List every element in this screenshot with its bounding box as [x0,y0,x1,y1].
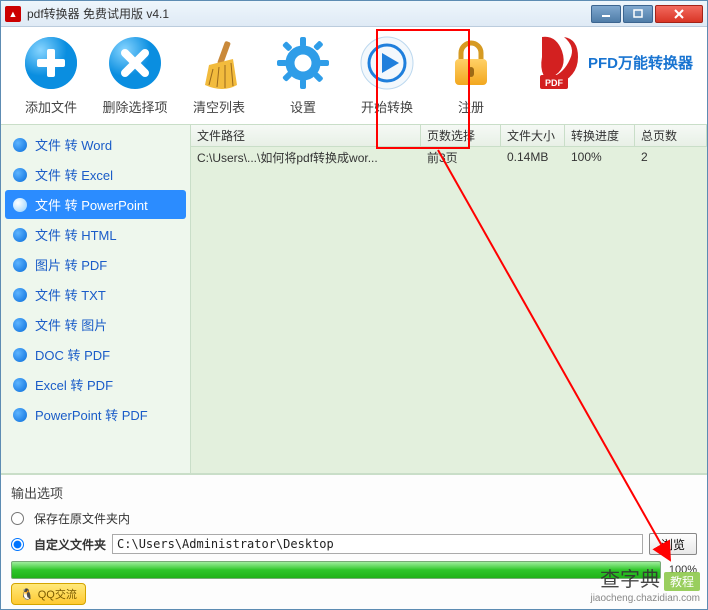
play-circle-icon [357,33,417,93]
bullet-icon [13,138,27,152]
broom-icon [189,33,249,93]
add-file-label: 添加文件 [9,97,93,116]
app-window: ▲ pdf转换器 免费试用版 v4.1 添加文件 删除选择项 清空列表 [0,0,708,610]
start-convert-label: 开始转换 [345,97,429,116]
sidebar-item-excel[interactable]: 文件 转 Excel [5,160,186,189]
toolbar: 添加文件 删除选择项 清空列表 设置 开始转换 [1,27,707,124]
sidebar-item-img2pdf[interactable]: 图片 转 PDF [5,250,186,279]
minimize-button[interactable] [591,5,621,23]
register-button[interactable]: 注册 [429,33,513,116]
remove-selected-button[interactable]: 删除选择项 [93,33,177,116]
sidebar-item-label: 文件 转 PowerPoint [35,195,148,214]
lock-icon [441,33,501,93]
radio-keep-original[interactable] [11,512,24,525]
sidebar-item-txt[interactable]: 文件 转 TXT [5,280,186,309]
svg-text:PDF: PDF [545,78,564,88]
td-pages: 前3页 [421,149,501,166]
logo-area: PDF PFD万能转换器 [534,33,699,91]
clear-list-label: 清空列表 [177,97,261,116]
bullet-icon [13,378,27,392]
option-custom-row: 自定义文件夹 浏览 [11,533,697,555]
td-total: 2 [635,150,707,164]
th-pages[interactable]: 页数选择 [421,125,501,146]
bullet-icon [13,408,27,422]
register-label: 注册 [429,97,513,116]
sidebar-item-label: 图片 转 PDF [35,255,107,274]
titlebar: ▲ pdf转换器 免费试用版 v4.1 [1,1,707,27]
bullet-icon [13,318,27,332]
table-row[interactable]: C:\Users\...\如何将pdf转换成wor... 前3页 0.14MB … [191,147,707,167]
logo-text: PFD万能转换器 [588,52,693,73]
sidebar-item-word[interactable]: 文件 转 Word [5,130,186,159]
close-button[interactable] [655,5,703,23]
radio-custom-folder[interactable] [11,538,24,551]
sidebar-item-ppt2pdf[interactable]: PowerPoint 转 PDF [5,400,186,429]
progress-bar [11,561,661,579]
bullet-icon [13,198,27,212]
gear-icon [273,33,333,93]
bullet-icon [13,228,27,242]
sidebar-item-excel2pdf[interactable]: Excel 转 PDF [5,370,186,399]
sidebar-item-label: 文件 转 Excel [35,165,113,184]
progress-value: 100% [667,564,697,576]
bullet-icon [13,348,27,362]
td-progress: 100% [565,150,635,164]
output-section: 输出选项 保存在原文件夹内 自定义文件夹 浏览 100% 🐧 QQ交流 [1,473,707,609]
sidebar-item-label: 文件 转 TXT [35,285,106,304]
sidebar-item-label: 文件 转 HTML [35,225,117,244]
main-area: 文件 转 Word 文件 转 Excel 文件 转 PowerPoint 文件 … [1,124,707,473]
sidebar: 文件 转 Word 文件 转 Excel 文件 转 PowerPoint 文件 … [1,124,191,473]
browse-button[interactable]: 浏览 [649,533,697,555]
window-buttons [589,5,703,23]
td-path: C:\Users\...\如何将pdf转换成wor... [191,149,421,166]
start-convert-button[interactable]: 开始转换 [345,33,429,116]
remove-selected-label: 删除选择项 [93,97,177,116]
qq-icon: 🐧 [20,588,34,601]
td-size: 0.14MB [501,150,565,164]
sidebar-item-label: 文件 转 Word [35,135,112,154]
label-custom-folder[interactable]: 自定义文件夹 [34,536,106,553]
qq-chat-button[interactable]: 🐧 QQ交流 [11,583,86,605]
clear-list-button[interactable]: 清空列表 [177,33,261,116]
th-path[interactable]: 文件路径 [191,125,421,146]
sidebar-item-html[interactable]: 文件 转 HTML [5,220,186,249]
progress-row: 100% [11,561,697,579]
th-progress[interactable]: 转换进度 [565,125,635,146]
settings-button[interactable]: 设置 [261,33,345,116]
add-file-button[interactable]: 添加文件 [9,33,93,116]
settings-label: 设置 [261,97,345,116]
pdf-logo-icon: PDF [534,33,584,91]
x-circle-icon [105,33,165,93]
bullet-icon [13,168,27,182]
output-title: 输出选项 [11,483,697,502]
sidebar-item-label: PowerPoint 转 PDF [35,405,148,424]
qq-label: QQ交流 [38,586,77,602]
sidebar-item-label: Excel 转 PDF [35,375,113,394]
bullet-icon [13,258,27,272]
th-size[interactable]: 文件大小 [501,125,565,146]
table-body[interactable]: C:\Users\...\如何将pdf转换成wor... 前3页 0.14MB … [191,147,707,473]
bullet-icon [13,288,27,302]
sidebar-item-doc2pdf[interactable]: DOC 转 PDF [5,340,186,369]
th-total[interactable]: 总页数 [635,125,707,146]
maximize-button[interactable] [623,5,653,23]
custom-path-input[interactable] [112,534,643,554]
table-header: 文件路径 页数选择 文件大小 转换进度 总页数 [191,125,707,147]
plus-circle-icon [21,33,81,93]
sidebar-item-label: 文件 转 图片 [35,315,107,334]
sidebar-item-powerpoint[interactable]: 文件 转 PowerPoint [5,190,186,219]
label-keep-original[interactable]: 保存在原文件夹内 [34,510,130,527]
content-area: 文件路径 页数选择 文件大小 转换进度 总页数 C:\Users\...\如何将… [191,124,707,473]
option-keep-row: 保存在原文件夹内 [11,510,697,527]
app-icon: ▲ [5,6,21,22]
window-title: pdf转换器 免费试用版 v4.1 [27,5,589,22]
sidebar-item-label: DOC 转 PDF [35,345,110,364]
sidebar-item-file2img[interactable]: 文件 转 图片 [5,310,186,339]
